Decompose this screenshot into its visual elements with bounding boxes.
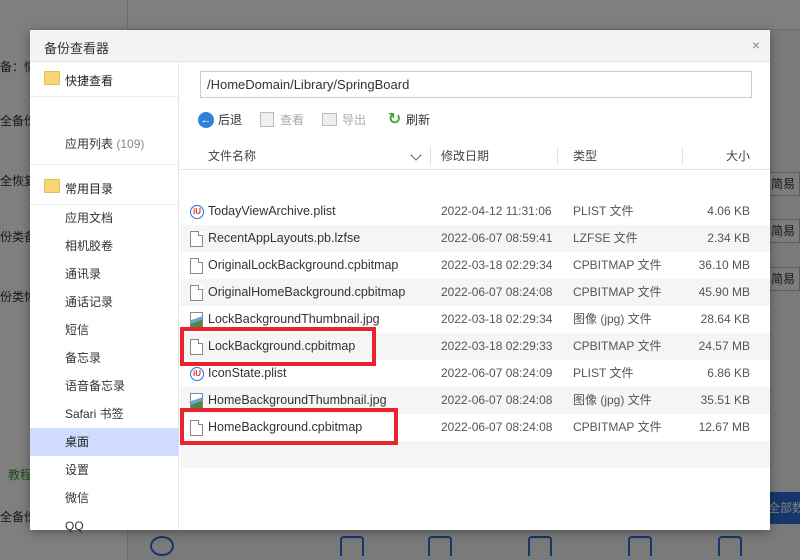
column-header-date[interactable]: 修改日期 (441, 142, 489, 170)
view-button[interactable]: 查看 (260, 107, 312, 133)
file-type: LZFSE 文件 (573, 231, 638, 245)
sidebar: 快捷查看 应用列表 (109) 常用目录 应用文档 相机胶卷 通讯录 通话记录 … (30, 62, 179, 533)
chevron-down-icon[interactable] (410, 149, 422, 161)
file-size: 36.10 MB (698, 258, 750, 272)
dialog-titlebar: 备份查看器 × (30, 30, 770, 62)
file-type: PLIST 文件 (573, 204, 634, 218)
file-date: 2022-06-07 08:59:41 (441, 231, 553, 245)
file-date: 2022-06-07 08:24:08 (441, 285, 553, 299)
file-size: 35.51 KB (700, 393, 750, 407)
sidebar-item-app-list[interactable]: 应用列表 (109) (30, 130, 179, 158)
sidebar-section-label: 快捷查看 (65, 74, 114, 88)
sidebar-item-wechat[interactable]: 微信 (30, 484, 179, 512)
file-icon (190, 231, 203, 247)
file-size: 28.64 KB (700, 312, 750, 326)
close-icon[interactable]: × (752, 37, 760, 53)
highlight-box (180, 408, 398, 445)
sidebar-item-app-docs[interactable]: 应用文档 (30, 204, 179, 232)
file-icon (190, 285, 203, 301)
file-date: 2022-04-12 11:31:06 (441, 204, 552, 218)
sidebar-divider (30, 96, 179, 97)
file-date: 2022-06-07 08:24:08 (441, 393, 553, 407)
file-name: RecentAppLayouts.pb.lzfse (208, 231, 361, 245)
path-input[interactable] (200, 71, 752, 98)
app-count-badge: (109) (116, 137, 145, 151)
table-row[interactable]: OriginalLockBackground.cpbitmap 2022-03-… (180, 252, 770, 279)
refresh-icon: ↻ (387, 111, 402, 128)
table-row-empty (180, 441, 770, 468)
plist-icon: iU (190, 205, 204, 219)
file-size: 24.57 MB (698, 339, 750, 353)
sidebar-item-voice-memos[interactable]: 语音备忘录 (30, 372, 179, 400)
sidebar-item-notes[interactable]: 备忘录 (30, 344, 179, 372)
sidebar-item-label: 应用列表 (65, 137, 114, 151)
folder-icon (44, 179, 60, 193)
plist-icon: iU (190, 367, 204, 381)
sidebar-item-qq[interactable]: QQ (30, 512, 179, 540)
export-icon (322, 113, 337, 126)
table-row[interactable]: RecentAppLayouts.pb.lzfse 2022-06-07 08:… (180, 225, 770, 252)
column-header-name[interactable]: 文件名称 (208, 142, 256, 170)
file-size: 45.90 MB (698, 285, 750, 299)
file-name: OriginalHomeBackground.cpbitmap (208, 285, 406, 299)
column-header-size[interactable]: 大小 (726, 142, 750, 170)
file-type: CPBITMAP 文件 (573, 420, 662, 434)
sidebar-item-call-log[interactable]: 通话记录 (30, 288, 179, 316)
file-icon (190, 258, 203, 274)
file-date: 2022-06-07 08:24:09 (441, 366, 553, 380)
sidebar-section-common-dirs[interactable]: 常用目录 (30, 170, 179, 204)
image-icon (190, 393, 203, 409)
file-size: 6.86 KB (707, 366, 750, 380)
image-icon (190, 312, 203, 328)
file-date: 2022-03-18 02:29:34 (441, 312, 553, 326)
column-separator[interactable] (430, 147, 431, 165)
sidebar-item-sms[interactable]: 短信 (30, 316, 179, 344)
file-name: TodayViewArchive.plist (208, 204, 336, 218)
file-date: 2022-03-18 02:29:33 (441, 339, 553, 353)
file-type: CPBITMAP 文件 (573, 258, 662, 272)
table-row[interactable]: OriginalHomeBackground.cpbitmap 2022-06-… (180, 279, 770, 306)
folder-icon (44, 71, 60, 85)
column-header-type[interactable]: 类型 (573, 142, 597, 170)
file-type: CPBITMAP 文件 (573, 339, 662, 353)
file-date: 2022-03-18 02:29:34 (441, 258, 553, 272)
file-type: 图像 (jpg) 文件 (573, 393, 652, 407)
sidebar-section-quick-view[interactable]: 快捷查看 (30, 62, 179, 96)
file-type: PLIST 文件 (573, 366, 634, 380)
view-icon (260, 112, 274, 127)
table-row[interactable]: iU TodayViewArchive.plist 2022-04-12 11:… (180, 198, 770, 225)
sidebar-item-camera-roll[interactable]: 相机胶卷 (30, 232, 179, 260)
file-type: CPBITMAP 文件 (573, 285, 662, 299)
back-arrow-icon: ← (198, 112, 214, 128)
sidebar-divider (30, 164, 179, 165)
file-size: 2.34 KB (707, 231, 750, 245)
file-date: 2022-06-07 08:24:08 (441, 420, 553, 434)
file-name: OriginalLockBackground.cpbitmap (208, 258, 399, 272)
sidebar-item-settings[interactable]: 设置 (30, 456, 179, 484)
file-type: 图像 (jpg) 文件 (573, 312, 652, 326)
file-size: 4.06 KB (707, 204, 750, 218)
file-browser: ← 后退 查看 导出 ↻ 刷新 文件名称 修改日期 类型 大 (180, 62, 770, 530)
table-header: 文件名称 修改日期 类型 大小 (180, 142, 770, 170)
column-separator[interactable] (682, 147, 683, 165)
sidebar-item-desktop[interactable]: 桌面 (30, 428, 179, 456)
backup-viewer-dialog: 备份查看器 × 快捷查看 应用列表 (109) 常用目录 应用文档 相机胶卷 通… (30, 30, 770, 533)
export-button[interactable]: 导出 (322, 107, 374, 133)
highlight-box (180, 327, 376, 366)
sidebar-section-label: 常用目录 (65, 182, 114, 196)
back-button[interactable]: ← 后退 (198, 107, 250, 133)
column-separator[interactable] (557, 147, 558, 165)
refresh-button[interactable]: ↻ 刷新 (386, 107, 438, 133)
sidebar-item-safari-bookmarks[interactable]: Safari 书签 (30, 400, 179, 428)
dialog-title: 备份查看器 (44, 41, 110, 56)
file-size: 12.67 MB (698, 420, 750, 434)
sidebar-item-contacts[interactable]: 通讯录 (30, 260, 179, 288)
